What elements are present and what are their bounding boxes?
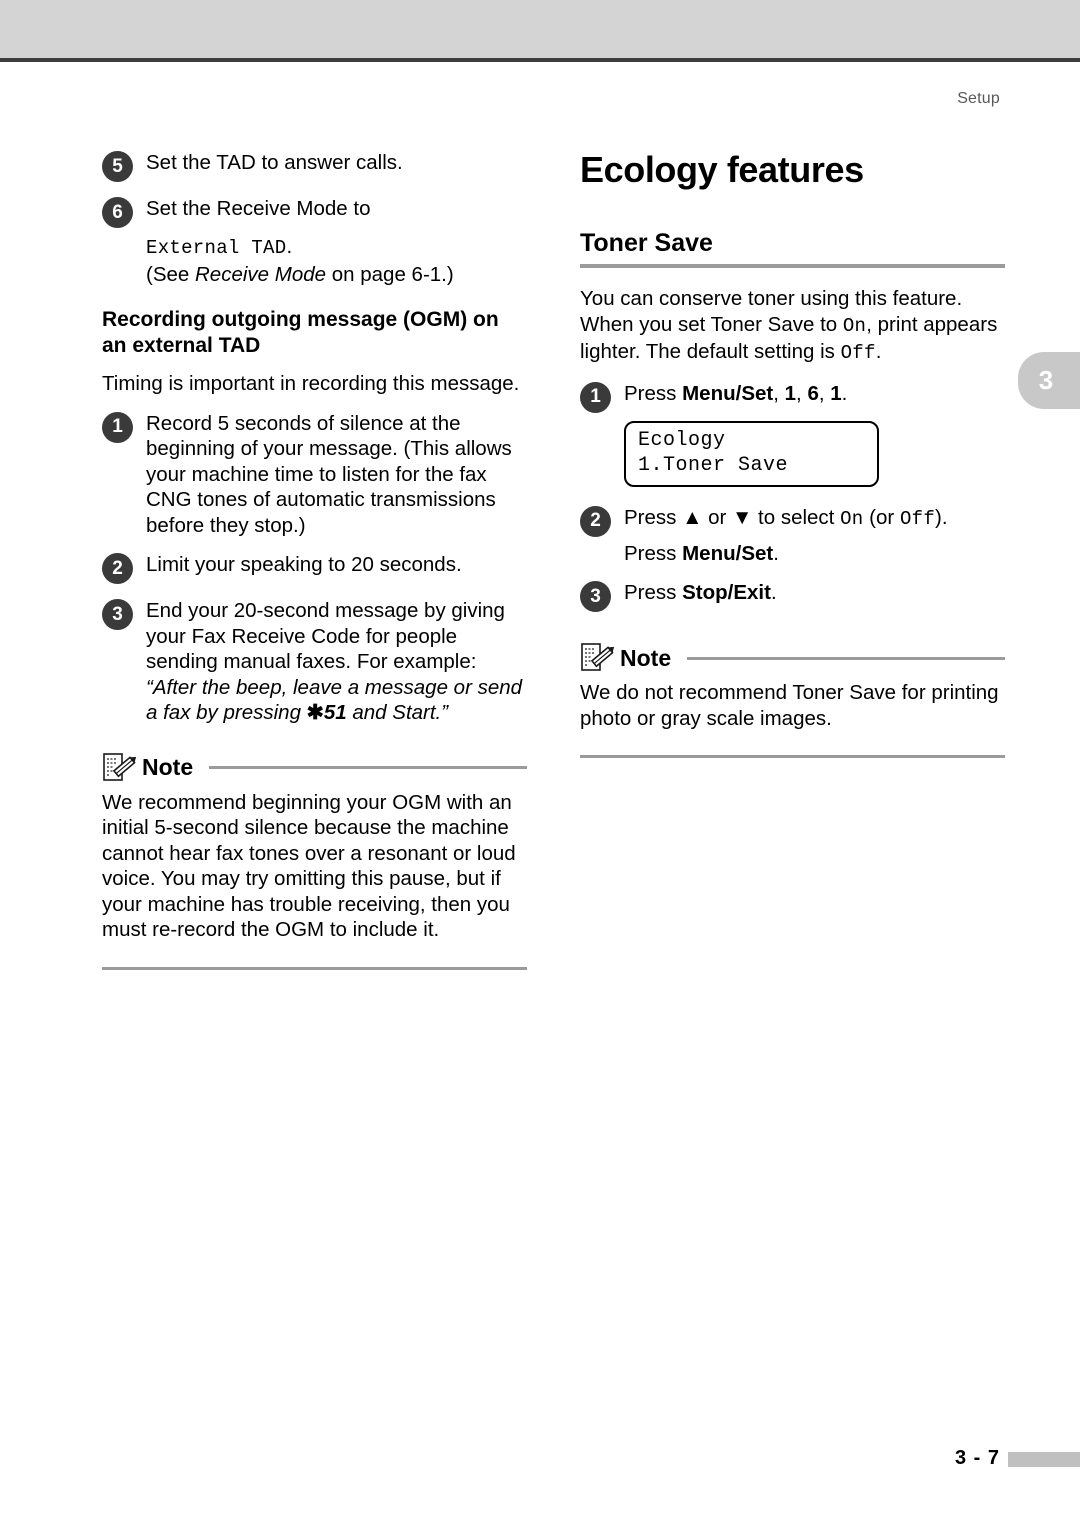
step-text: Press Menu/Set, 1, 6, 1. — [624, 381, 1005, 407]
step-item: 3 End your 20-second message by giving y… — [102, 598, 527, 726]
step-text: Set the TAD to answer calls. — [146, 151, 403, 174]
press-prefix: Press — [624, 581, 683, 604]
key-digit-1b: 1 — [830, 381, 842, 405]
section-heading-toner-save: Toner Save — [580, 229, 713, 257]
toner-save-intro: You can conserve toner using this featur… — [580, 286, 1005, 367]
section-heading-ogm: Recording outgoing message (OGM) on an e… — [102, 308, 499, 357]
note-pencil-icon — [580, 642, 615, 674]
note-label: Note — [620, 644, 672, 671]
step-text: Press ▲ or ▼ to select On (or Off). — [624, 505, 1005, 533]
step-text: Limit your speaking to 20 seconds. — [146, 553, 462, 576]
step3-main-text: End your 20-second message by giving you… — [146, 599, 505, 673]
chapter-tab: 3 — [1018, 352, 1080, 409]
left-column: 5 Set the TAD to answer calls. 6 Set the… — [102, 150, 527, 970]
step-number-badge: 3 — [580, 581, 611, 612]
note-block-left: Note We recommend beginning your OGM wit… — [102, 752, 527, 970]
mono-period: . — [286, 235, 293, 258]
footer-page-number: 3 - 7 — [954, 1447, 1000, 1469]
note-rule — [209, 766, 527, 769]
step3-example-code: 51 — [323, 701, 347, 724]
lcd-line-2: 1.Toner Save — [638, 453, 789, 477]
step-number-badge: 3 — [102, 599, 133, 630]
asterisk-icon: ✱ — [306, 701, 324, 724]
mono-on: On — [842, 314, 867, 337]
right-column: Ecology features Toner Save You can cons… — [580, 150, 1005, 758]
step6-crossref: (See Receive Mode on page 6-1.) — [146, 262, 527, 288]
step-item: 6 Set the Receive Mode to — [102, 196, 527, 228]
step-item: 2 Limit your speaking to 20 seconds. — [102, 552, 527, 584]
press-prefix: Press — [624, 505, 683, 529]
key-menu-set: Menu/Set — [682, 381, 774, 405]
lcd-display: Ecology 1.Toner Save — [624, 420, 879, 487]
step-number-badge: 2 — [102, 553, 133, 584]
sep-2: , — [796, 381, 808, 405]
note-rule — [687, 656, 1005, 660]
sep-1: , — [773, 381, 785, 405]
note-closing-rule — [580, 755, 1005, 758]
mono-on-option: On — [840, 507, 864, 530]
note-header: Note — [580, 642, 1005, 674]
step-number-badge: 1 — [102, 411, 133, 443]
crossref-suffix: on page 6-1.) — [326, 262, 454, 286]
key-digit-1: 1 — [784, 381, 797, 405]
running-head: Setup — [957, 90, 1000, 107]
step-text: Set the Receive Mode to — [146, 197, 371, 220]
step-item: 1 Press Menu/Set, 1, 6, 1. — [580, 381, 1005, 413]
key-menu-set: Menu/Set — [682, 541, 774, 565]
step-item: 2 Press ▲ or ▼ to select On (or Off). — [580, 505, 1005, 537]
step-item: 1 Record 5 seconds of silence at the beg… — [102, 411, 527, 539]
mono-off-option: Off — [899, 507, 936, 530]
page-top-banner — [0, 0, 1080, 58]
note-pencil-icon — [102, 752, 137, 784]
sep-3: , — [818, 381, 831, 405]
footer-accent-bar — [1008, 1452, 1080, 1467]
step2-second-line: Press Menu/Set. — [624, 541, 1005, 567]
step-text: Press Stop/Exit. — [624, 580, 1005, 606]
step-text: Record 5 seconds of silence at the begin… — [146, 411, 512, 537]
lcd-line-1: Ecology — [638, 428, 726, 452]
crossref-prefix: (See — [146, 262, 195, 286]
page-title: Ecology features — [580, 149, 864, 190]
crossref-title: Receive Mode — [195, 262, 327, 286]
up-arrow-icon: ▲ — [682, 505, 703, 529]
ogm-intro-paragraph: Timing is important in recording this me… — [102, 372, 520, 395]
press-suffix: . — [773, 541, 779, 565]
key-digit-6: 6 — [807, 381, 819, 405]
step-number-badge: 2 — [580, 505, 611, 537]
step-text: End your 20-second message by giving you… — [146, 598, 527, 726]
key-stop-exit: Stop/Exit — [682, 581, 771, 604]
note-block-right: Note We do not recommend Toner Save for … — [580, 642, 1005, 758]
or-close: ). — [935, 505, 948, 529]
step6-mono-value: External TAD. — [146, 234, 527, 262]
note-header: Note — [102, 752, 527, 784]
step3-example-part2: and Start.” — [346, 701, 449, 724]
note-body: We do not recommend Toner Save for print… — [580, 681, 999, 730]
down-arrow-icon: ▼ — [732, 505, 753, 529]
note-label: Note — [142, 754, 194, 780]
section-heading-rule — [580, 264, 1005, 268]
press-prefix: Press — [624, 381, 683, 405]
mono-off: Off — [840, 342, 876, 364]
step-number-badge: 1 — [580, 381, 611, 413]
or-text: or — [702, 505, 733, 529]
note-body: We recommend beginning your OGM with an … — [102, 790, 516, 942]
step-number-badge: 6 — [102, 197, 133, 228]
chapter-tab-number: 3 — [1038, 365, 1054, 395]
step-item: 3 Press Stop/Exit. — [580, 580, 1005, 612]
or-open: (or — [863, 505, 900, 529]
intro-part3: . — [875, 340, 882, 363]
page-top-rule — [0, 58, 1080, 62]
press-suffix: . — [841, 381, 848, 405]
mono-external-tad: External TAD — [146, 237, 287, 259]
press-suffix: . — [770, 581, 777, 604]
note-closing-rule — [102, 966, 527, 970]
to-select-text: to select — [752, 505, 841, 529]
step-item: 5 Set the TAD to answer calls. — [102, 150, 527, 182]
step-number-badge: 5 — [102, 151, 133, 182]
press-prefix: Press — [624, 541, 683, 565]
